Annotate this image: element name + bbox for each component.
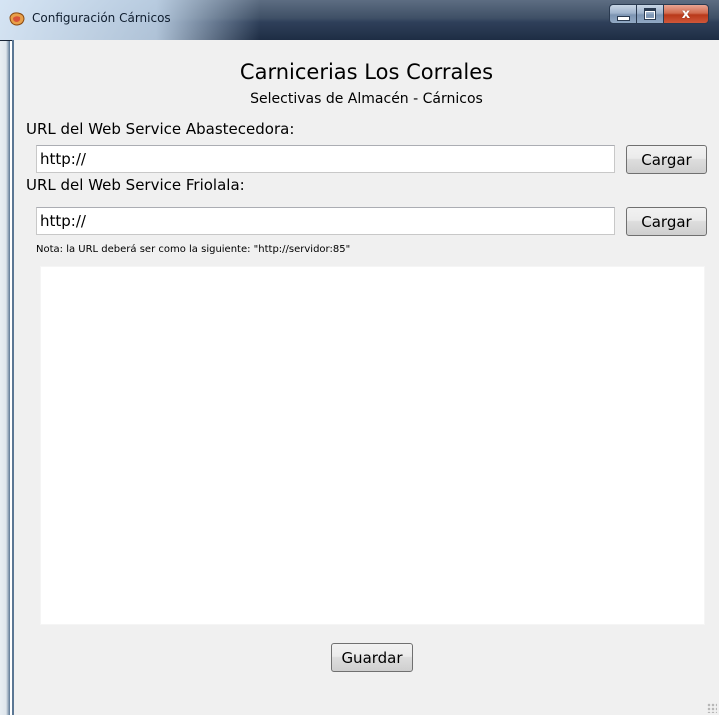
close-icon: x <box>681 6 691 22</box>
window-title: Configuración Cárnicos <box>32 11 171 25</box>
page-title: Carnicerias Los Corrales <box>239 60 494 84</box>
results-panel[interactable] <box>40 266 705 625</box>
maximize-button[interactable] <box>636 4 664 24</box>
title-bar[interactable]: Configuración Cárnicos x <box>0 0 719 41</box>
abastecedora-load-button[interactable]: Cargar <box>626 145 707 174</box>
config-window: Configuración Cárnicos x Carnicerias Los… <box>0 0 719 715</box>
window-client-area: Carnicerias Los Corrales Selectivas de A… <box>12 40 719 715</box>
resize-grip-icon[interactable] <box>707 703 717 713</box>
abastecedora-url-field[interactable]: http:// <box>36 145 615 173</box>
meat-app-icon[interactable] <box>8 11 26 27</box>
maximize-icon <box>644 8 656 20</box>
minimize-icon <box>616 15 630 21</box>
minimize-button[interactable] <box>609 4 637 24</box>
url-format-note: Nota: la URL deberá ser como la siguient… <box>36 244 351 255</box>
friolala-url-field[interactable]: http:// <box>36 207 615 235</box>
friolala-load-button[interactable]: Cargar <box>626 207 707 236</box>
caption-buttons: x <box>609 4 709 26</box>
page-subtitle: Selectivas de Almacén - Cárnicos <box>250 91 483 107</box>
abastecedora-url-label: URL del Web Service Abastecedora: <box>26 120 295 138</box>
friolala-url-label: URL del Web Service Friolala: <box>26 176 245 194</box>
save-button[interactable]: Guardar <box>331 643 413 672</box>
close-button[interactable]: x <box>663 4 709 24</box>
